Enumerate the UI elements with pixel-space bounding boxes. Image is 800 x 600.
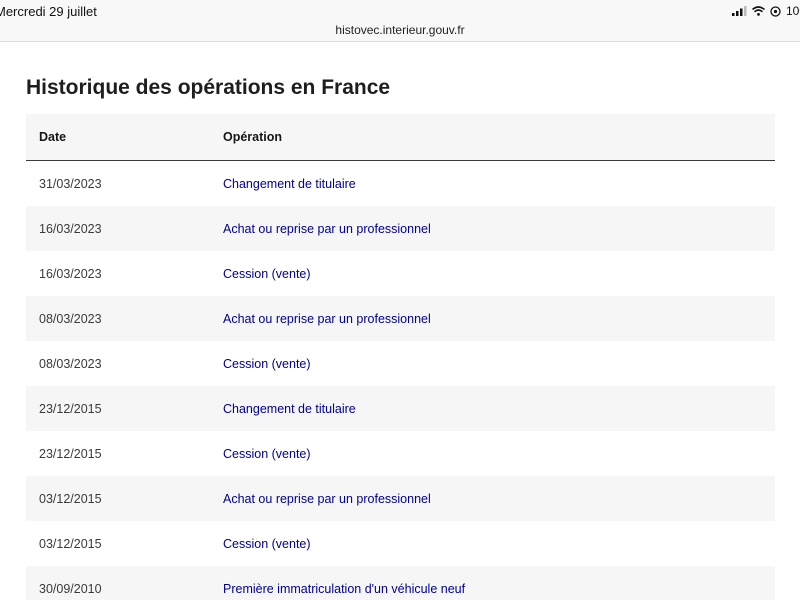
table-header-row: Date Opération [26,114,775,161]
page-content: Historique des opérations en France Date… [0,42,800,600]
operation-date: 03/12/2015 [26,476,223,521]
table-row: 16/03/2023 Achat ou reprise par un profe… [26,206,775,251]
status-icons: 100 [731,4,800,18]
table-row: 16/03/2023 Cession (vente) [26,251,775,296]
operation-date: 08/03/2023 [39,356,102,371]
operation-date: 31/03/2023 [39,176,102,191]
operation-link[interactable]: Changement de titulaire [223,177,356,191]
operation-date: 23/12/2015 [26,386,223,431]
operation-link[interactable]: Cession (vente) [223,537,311,551]
operations-table: Date Opération 31/03/2023 Changement de … [26,114,775,600]
operation-link[interactable]: Cession (vente) [223,447,311,461]
column-header-date: Date [26,114,223,161]
operation-link[interactable]: Achat ou reprise par un professionnel [223,222,431,236]
operation-link[interactable]: Cession (vente) [223,267,311,281]
operation-date: 16/03/2023 [39,266,102,281]
location-icon [770,5,781,17]
url-text[interactable]: histovec.interieur.gouv.fr [335,23,464,37]
page-title: Historique des opérations en France [26,76,391,99]
operation-date: 03/12/2015 [39,536,102,551]
status-bar: Mercredi 29 juillet 100 [0,0,800,22]
status-time: Mercredi 29 juillet [0,4,97,19]
column-header-operation: Opération [223,114,775,161]
operation-link[interactable]: Cession (vente) [223,357,311,371]
operation-date: 08/03/2023 [26,296,223,341]
table-row: 03/12/2015 Cession (vente) [26,521,775,566]
operation-link[interactable]: Première immatriculation d'un véhicule n… [223,582,465,596]
table-row: 03/12/2015 Achat ou reprise par un profe… [26,476,775,521]
operation-link[interactable]: Achat ou reprise par un professionnel [223,312,431,326]
wifi-icon [751,6,765,16]
operation-link[interactable]: Changement de titulaire [223,402,356,416]
operation-date: 23/12/2015 [39,446,102,461]
table-row: 23/12/2015 Cession (vente) [26,431,775,476]
table-row: 30/09/2010 Première immatriculation d'un… [26,566,775,600]
table-row: 31/03/2023 Changement de titulaire [26,161,775,207]
signal-icon [731,6,747,16]
table-row: 08/03/2023 Cession (vente) [26,341,775,386]
operation-link[interactable]: Achat ou reprise par un professionnel [223,492,431,506]
address-bar[interactable]: histovec.interieur.gouv.fr [0,22,800,42]
table-row: 23/12/2015 Changement de titulaire [26,386,775,431]
battery-level: 100 [785,4,800,18]
operation-date: 30/09/2010 [26,566,223,600]
table-row: 08/03/2023 Achat ou reprise par un profe… [26,296,775,341]
operation-date: 16/03/2023 [26,206,223,251]
